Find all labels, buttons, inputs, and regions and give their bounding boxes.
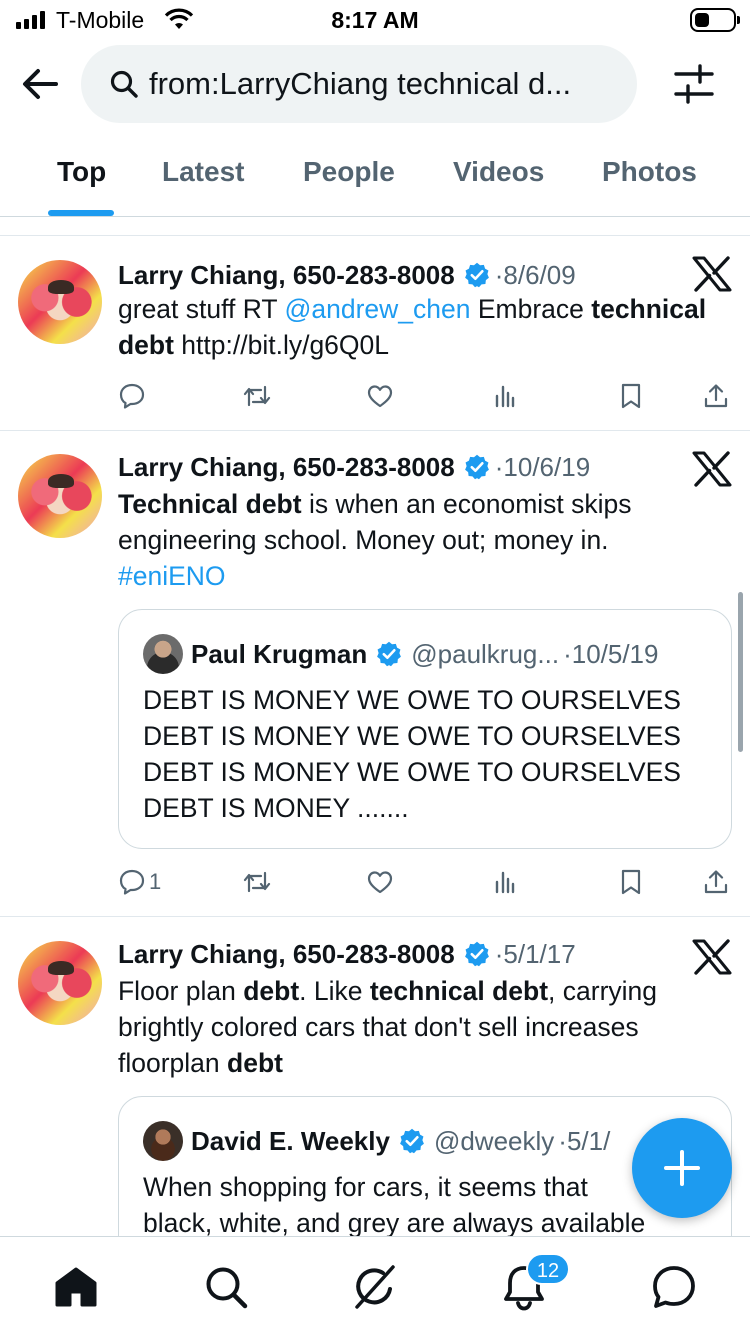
views-button[interactable] bbox=[492, 378, 518, 414]
tweet-text: Floor plan debt. Like technical debt, ca… bbox=[118, 976, 658, 1078]
bookmark-button[interactable] bbox=[618, 864, 644, 900]
search-input[interactable]: from:LarryChiang technical d... bbox=[81, 45, 637, 123]
avatar[interactable] bbox=[143, 634, 183, 674]
filter-sliders-icon[interactable] bbox=[672, 62, 716, 106]
quote-date: ·10/5/19 bbox=[563, 638, 659, 669]
bookmark-icon bbox=[621, 383, 641, 409]
scrollbar[interactable] bbox=[738, 592, 743, 752]
hashtag-link[interactable]: #eniENO bbox=[118, 561, 226, 591]
tab-people[interactable]: People bbox=[303, 140, 395, 216]
quote-header: David E. Weekly @dweekly ·5/1/ bbox=[191, 1121, 610, 1161]
compose-button[interactable] bbox=[632, 1118, 732, 1218]
avatar[interactable] bbox=[143, 1121, 183, 1161]
author-name[interactable]: Larry Chiang, 650-283-8008 bbox=[118, 260, 455, 291]
notification-badge: 12 bbox=[526, 1253, 570, 1285]
search-icon bbox=[110, 70, 138, 98]
repost-button[interactable] bbox=[242, 378, 272, 414]
tweet-date[interactable]: ·5/1/17 bbox=[495, 939, 576, 970]
author-name[interactable]: Larry Chiang, 650-283-8008 bbox=[118, 452, 455, 483]
tweet[interactable]: Larry Chiang, 650-283-8008 ·8/6/09 great… bbox=[0, 236, 750, 430]
battery-level bbox=[695, 13, 709, 27]
tweet-text: great stuff RT @andrew_chen Embrace tech… bbox=[118, 294, 707, 360]
verified-badge-icon bbox=[464, 941, 489, 967]
avatar[interactable] bbox=[18, 454, 102, 538]
author-name[interactable]: Larry Chiang, 650-283-8008 bbox=[118, 939, 455, 970]
tweet-date[interactable]: ·10/6/19 bbox=[495, 452, 590, 483]
bottom-nav bbox=[0, 1236, 750, 1334]
tweet-actions bbox=[118, 378, 734, 414]
status-bar: T-Mobile 8:17 AM bbox=[0, 0, 750, 42]
status-time: 8:17 AM bbox=[331, 7, 419, 33]
reply-button[interactable] bbox=[118, 378, 146, 414]
quote-tweet[interactable]: Paul Krugman @paulkrug... ·10/5/19 DEBT … bbox=[118, 609, 732, 849]
share-icon bbox=[704, 870, 728, 894]
home-icon[interactable] bbox=[50, 1261, 102, 1313]
like-icon bbox=[367, 385, 393, 408]
verified-badge-icon bbox=[464, 262, 489, 288]
repost-icon bbox=[243, 871, 271, 893]
tweet[interactable]: Larry Chiang, 650-283-8008 ·10/6/19 Tech… bbox=[0, 431, 750, 916]
tweet-actions: 1 bbox=[118, 864, 734, 900]
tab-videos[interactable]: Videos bbox=[453, 140, 544, 216]
battery-icon bbox=[690, 8, 740, 32]
x-logo-icon[interactable] bbox=[692, 939, 732, 975]
share-button[interactable] bbox=[702, 378, 730, 414]
tab-top[interactable]: Top bbox=[57, 140, 106, 216]
search-icon[interactable] bbox=[200, 1261, 252, 1313]
quote-handle: @paulkrug... bbox=[411, 638, 560, 669]
search-query[interactable]: from:LarryChiang technical d... bbox=[149, 45, 617, 123]
divider bbox=[0, 216, 750, 217]
repost-icon bbox=[243, 385, 271, 407]
mention-link[interactable]: @andrew_chen bbox=[284, 294, 470, 324]
share-icon bbox=[704, 384, 728, 408]
tweet-text: Technical debt is when an economist skip… bbox=[118, 489, 632, 591]
quote-date: ·5/1/ bbox=[558, 1125, 611, 1156]
verified-badge-icon bbox=[377, 641, 402, 667]
tweet-header: Larry Chiang, 650-283-8008 ·10/6/19 bbox=[118, 450, 590, 484]
tweet-date[interactable]: ·8/6/09 bbox=[495, 260, 576, 291]
repost-button[interactable] bbox=[242, 864, 272, 900]
reply-count: 1 bbox=[149, 869, 162, 894]
quote-handle: @dweekly bbox=[433, 1125, 555, 1156]
plus-icon bbox=[664, 1150, 700, 1186]
reply-icon bbox=[119, 869, 145, 895]
quote-author-name: David E. Weekly bbox=[191, 1125, 390, 1156]
tweet-header: Larry Chiang, 650-283-8008 ·8/6/09 bbox=[118, 258, 576, 292]
like-button[interactable] bbox=[366, 378, 394, 414]
views-icon bbox=[495, 871, 515, 894]
verified-badge-icon bbox=[464, 454, 489, 480]
tweet-header: Larry Chiang, 650-283-8008 ·5/1/17 bbox=[118, 937, 576, 971]
search-tabs: Top Latest People Videos Photos bbox=[0, 140, 750, 216]
verified-badge-icon bbox=[400, 1128, 424, 1154]
back-arrow-icon[interactable] bbox=[18, 62, 62, 106]
quote-header: Paul Krugman @paulkrug... ·10/5/19 bbox=[191, 634, 658, 674]
like-icon bbox=[367, 871, 393, 894]
avatar[interactable] bbox=[18, 260, 102, 344]
avatar[interactable] bbox=[18, 941, 102, 1025]
like-button[interactable] bbox=[366, 864, 394, 900]
reply-icon bbox=[119, 383, 145, 409]
bookmark-button[interactable] bbox=[618, 378, 644, 414]
tab-latest[interactable]: Latest bbox=[162, 140, 244, 216]
reply-button[interactable]: 1 bbox=[118, 864, 161, 900]
grok-icon[interactable] bbox=[349, 1261, 401, 1313]
quote-text: DEBT IS MONEY WE OWE TO OURSELVES DEBT I… bbox=[143, 685, 681, 823]
views-button[interactable] bbox=[492, 864, 518, 900]
share-button[interactable] bbox=[702, 864, 730, 900]
quote-author-name: Paul Krugman bbox=[191, 638, 368, 669]
quote-text: When shopping for cars, it seems that bl… bbox=[143, 1172, 646, 1236]
x-logo-icon[interactable] bbox=[692, 256, 732, 292]
views-icon bbox=[495, 385, 515, 408]
tab-photos[interactable]: Photos bbox=[602, 140, 697, 216]
x-logo-icon[interactable] bbox=[692, 451, 732, 487]
message-icon[interactable] bbox=[648, 1261, 700, 1313]
bookmark-icon bbox=[621, 869, 641, 895]
